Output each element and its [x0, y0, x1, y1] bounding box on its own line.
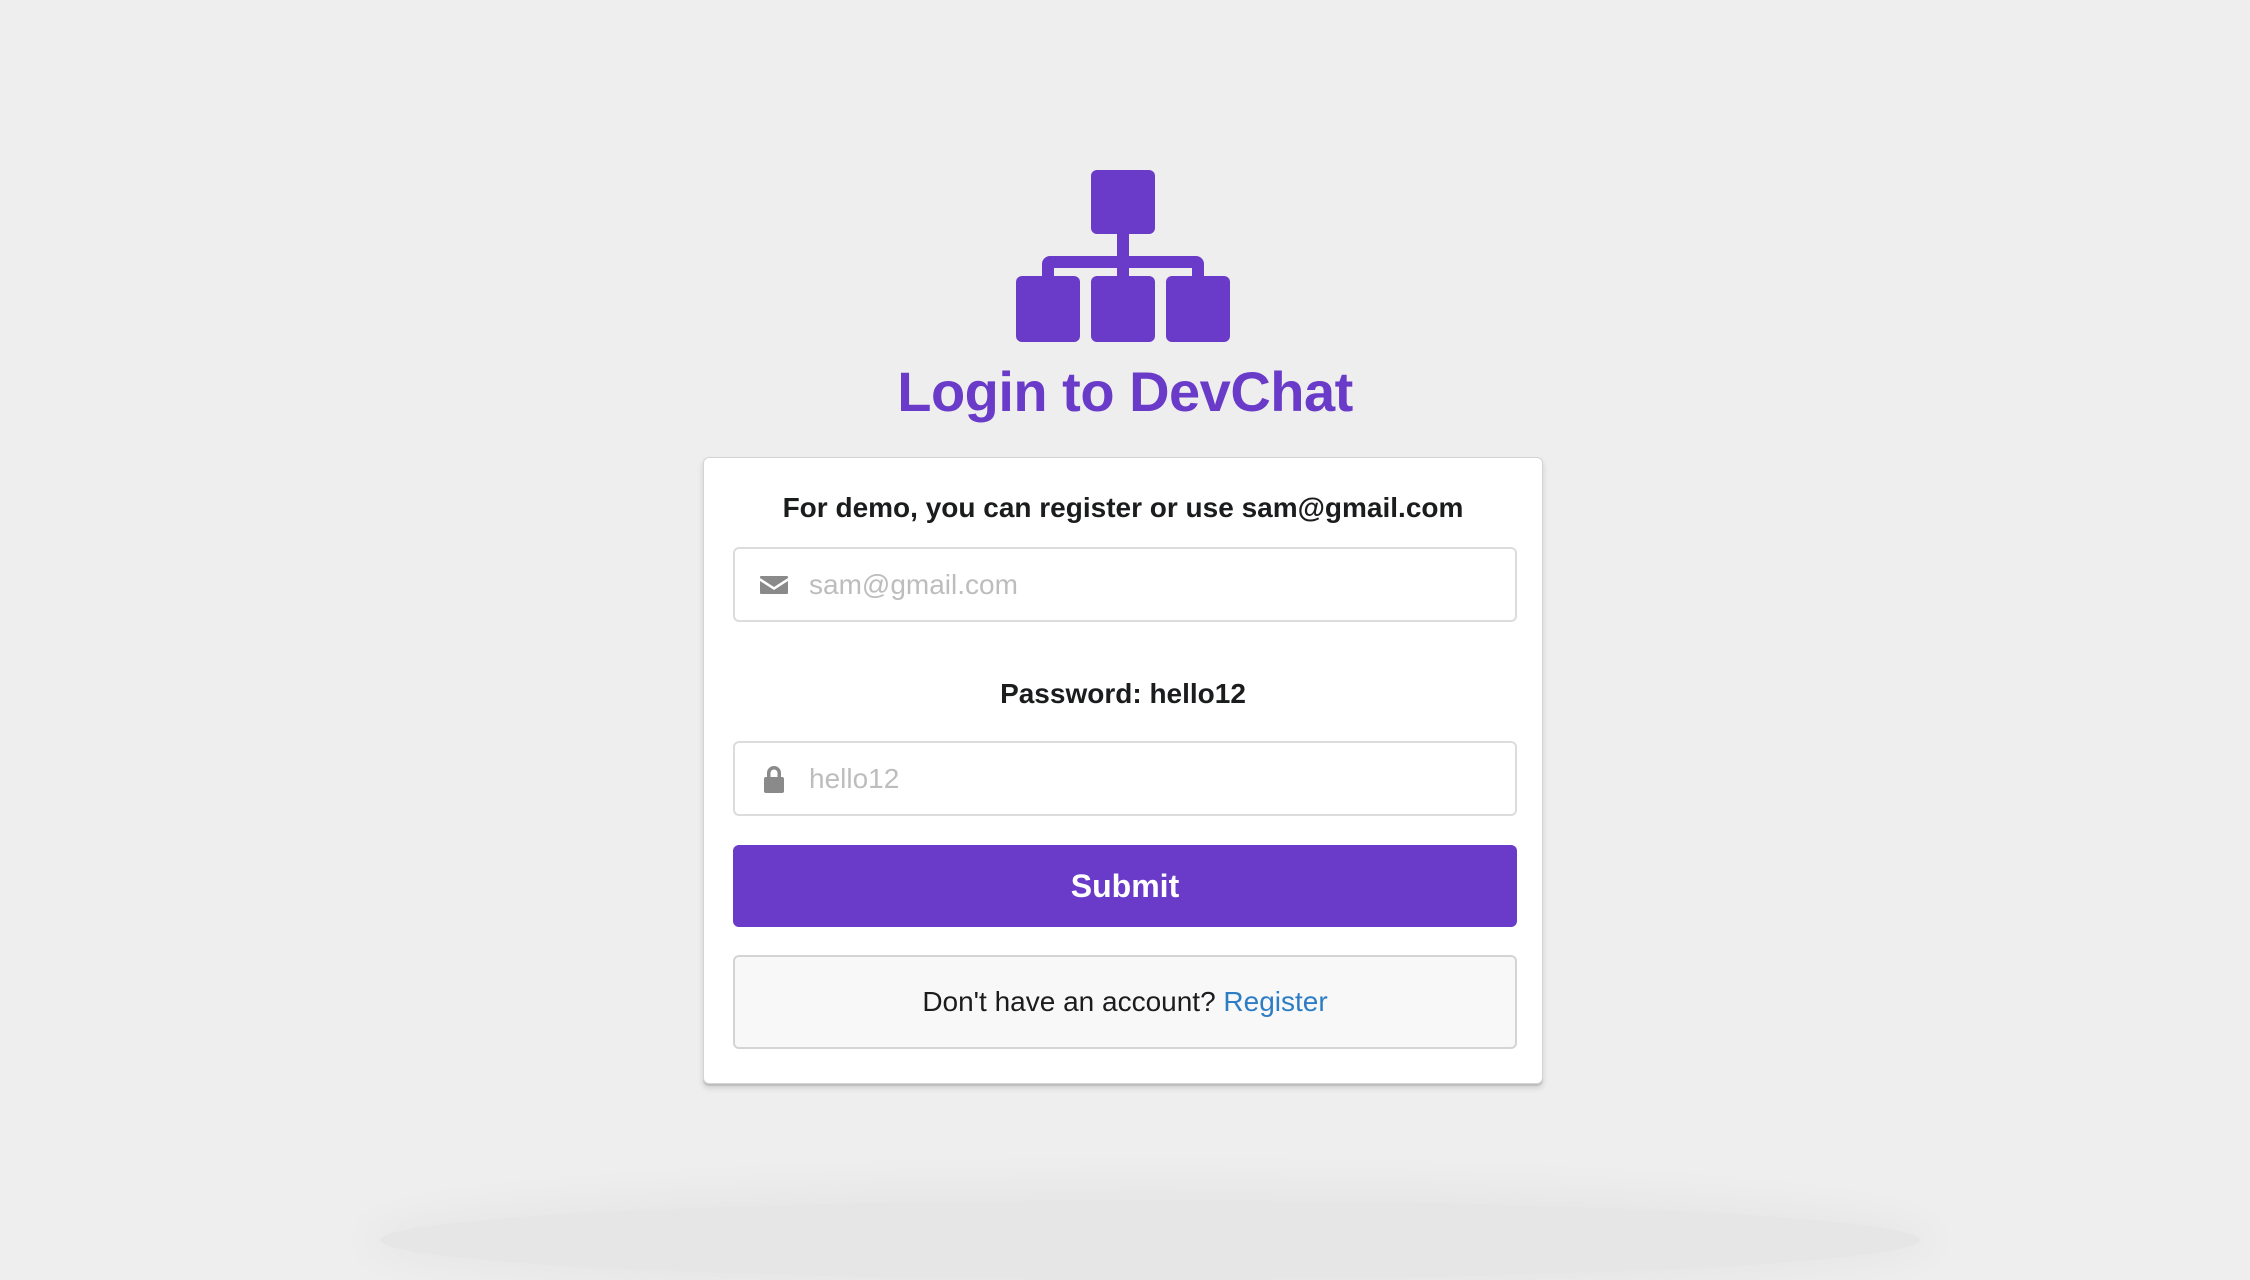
email-field — [733, 547, 1517, 622]
bottom-shadow — [380, 1200, 1920, 1280]
sitemap-icon — [1016, 170, 1230, 342]
mail-icon — [760, 576, 788, 594]
register-prompt: Don't have an account? — [922, 986, 1224, 1017]
email-input[interactable] — [809, 549, 1499, 620]
password-hint: Password: hello12 — [1000, 678, 1246, 709]
register-message: Don't have an account? Register — [733, 955, 1517, 1049]
page-title: Login to DevChat — [897, 360, 1353, 423]
login-card: For demo, you can register or use sam@gm… — [703, 457, 1543, 1084]
lock-icon — [764, 766, 784, 793]
password-input[interactable] — [809, 743, 1499, 814]
password-field — [733, 741, 1517, 816]
login-page: Login to DevChat For demo, you can regis… — [0, 0, 2250, 1254]
demo-hint: For demo, you can register or use sam@gm… — [782, 492, 1464, 523]
submit-button[interactable]: Submit — [733, 845, 1517, 927]
register-link[interactable]: Register — [1223, 986, 1327, 1017]
